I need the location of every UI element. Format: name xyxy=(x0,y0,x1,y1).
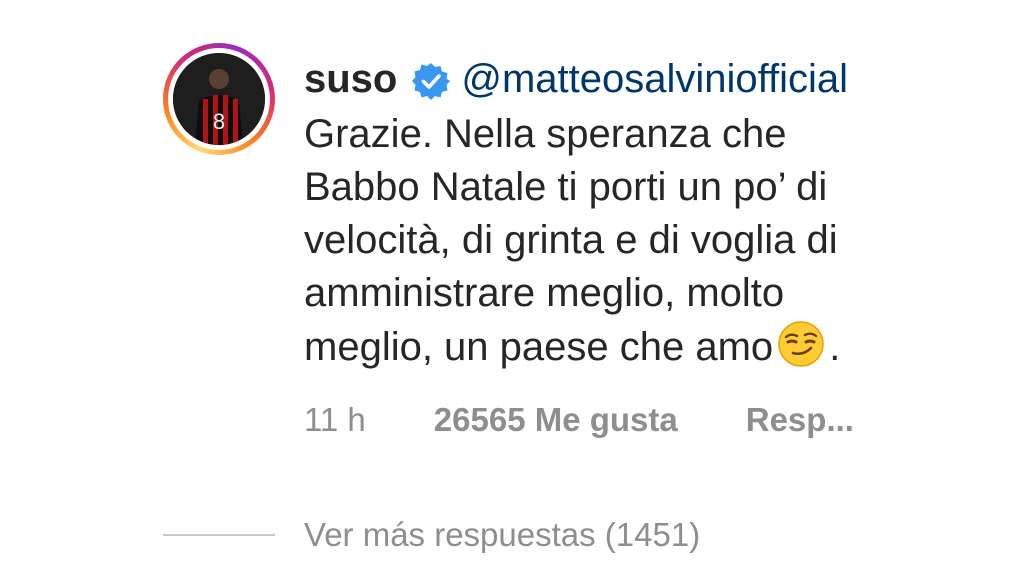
avatar-story-ring[interactable]: 8 xyxy=(163,43,275,155)
replies-divider xyxy=(163,534,275,536)
view-more-replies-button[interactable]: Ver más respuestas (1451) xyxy=(163,512,700,558)
comment-text-line-last: meglio, un paese che amo . xyxy=(304,320,1004,373)
mention-link[interactable]: @matteosalviniofficial xyxy=(461,50,848,108)
timestamp: 11 h xyxy=(304,401,366,438)
comment-text-line: Babbo Natale ti porti un po’ di xyxy=(304,165,828,209)
view-more-replies-label: Ver más respuestas (1451) xyxy=(304,516,701,553)
comment-text-line: amministrare meglio, molto xyxy=(304,271,785,315)
verified-badge-icon xyxy=(411,59,451,100)
comment-text-line: Grazie. Nella speranza che xyxy=(304,112,787,156)
comment-body: suso @matteosalviniofficial Grazie. Nell… xyxy=(304,50,1004,373)
comment-text-line: meglio, un paese che amo xyxy=(304,325,774,369)
comment-header: suso @matteosalviniofficial xyxy=(304,50,1004,108)
comment: 8 suso @matteosalviniofficial Grazie. Ne… xyxy=(0,0,1024,576)
svg-text:8: 8 xyxy=(213,109,225,134)
comment-text-line: velocità, di grinta e di voglia di xyxy=(304,218,838,262)
comment-trailing-punctuation: . xyxy=(829,325,841,369)
username-link[interactable]: suso xyxy=(304,50,397,108)
avatar-ring-gap: 8 xyxy=(168,48,270,150)
likes-count-link[interactable]: 26565 Me gusta xyxy=(434,401,678,439)
avatar-photo: 8 xyxy=(173,53,265,145)
smirking-face-emoji-icon xyxy=(777,320,825,368)
avatar: 8 xyxy=(173,53,265,145)
comment-meta: 11 h 26565 Me gusta Resp... xyxy=(304,398,854,442)
reply-button[interactable]: Resp... xyxy=(746,401,854,439)
